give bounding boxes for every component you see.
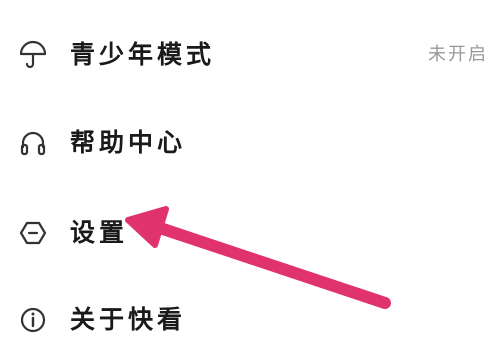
menu-item-label: 帮助中心	[70, 128, 187, 157]
hexagon-minus-icon	[18, 218, 48, 248]
umbrella-icon	[18, 40, 48, 70]
menu-item-label: 关于快看	[70, 305, 187, 334]
menu-item-label: 设置	[70, 218, 129, 247]
menu-list: 青少年模式 未开启 帮助中心 设置 关于快看	[0, 0, 500, 348]
headphones-icon	[18, 128, 48, 158]
menu-item-settings[interactable]: 设置	[0, 203, 500, 263]
menu-item-youth-mode[interactable]: 青少年模式 未开启	[0, 25, 500, 85]
menu-item-about[interactable]: 关于快看	[0, 290, 500, 350]
menu-item-label: 青少年模式	[70, 40, 216, 69]
menu-item-help-center[interactable]: 帮助中心	[0, 113, 500, 173]
info-icon	[18, 305, 48, 335]
youth-mode-status: 未开启	[428, 44, 488, 65]
